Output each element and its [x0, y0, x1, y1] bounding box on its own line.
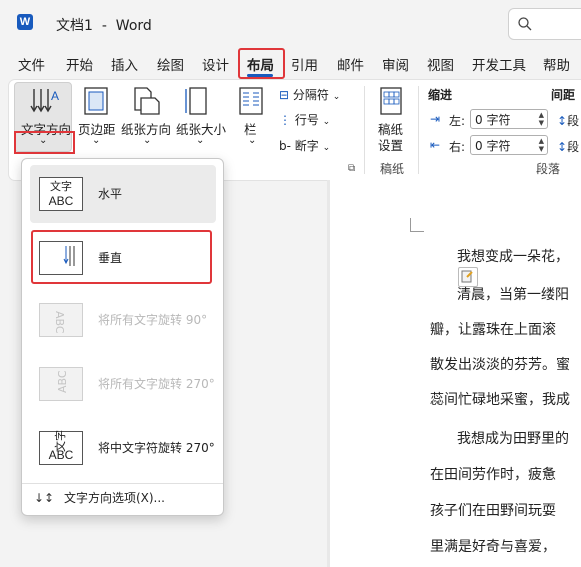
document-page[interactable]: 我想变成一朵花， 清晨，当第一缕阳 瓣，让露珠在上面滚 散发出淡淡的芬芳。蜜 蕊…: [330, 180, 581, 567]
line-numbers-icon: ⋮: [279, 113, 291, 127]
indent-left-label: 左:: [449, 114, 466, 128]
document-line: 散发出淡淡的芬芳。蜜: [430, 357, 570, 373]
indent-title: 缩进: [428, 88, 453, 102]
indent-right-icon: ⇤: [430, 138, 441, 152]
tab-insert[interactable]: 插入: [111, 54, 138, 74]
draft-paper-icon: [380, 87, 402, 115]
text-direction-icon: A: [30, 89, 59, 113]
margin-corner-mark: [410, 218, 424, 232]
document-line: 我想变成一朵花，: [457, 249, 569, 265]
tab-mailings[interactable]: 邮件: [337, 54, 364, 74]
document-line: 孩子们在田野间玩耍: [430, 503, 556, 519]
tab-file[interactable]: 文件: [18, 54, 45, 74]
menu-item-rotate-90: ABC 将所有文字旋转 90°: [30, 291, 216, 349]
line-numbers-button[interactable]: ⋮ 行号 ⌄: [279, 111, 330, 128]
menu-item-label: 水平: [98, 187, 123, 201]
breaks-button[interactable]: ⊟ 分隔符 ⌄: [279, 86, 340, 103]
orientation-icon: [134, 87, 160, 115]
menu-item-label: 将所有文字旋转 270°: [98, 377, 215, 391]
group-divider: [364, 86, 365, 174]
rotate-cjk-270-icon: 文字 ABC: [39, 430, 83, 465]
paragraph-group-label: 段落: [536, 162, 561, 176]
window-title: 文档1 - Word: [56, 18, 152, 34]
search-icon: [518, 17, 532, 31]
search-box[interactable]: [508, 8, 581, 40]
indent-left-icon: ⇥: [430, 112, 441, 126]
chevron-down-icon: ⌄: [248, 135, 257, 146]
spinner-icon[interactable]: ▲ ▼: [539, 137, 544, 153]
document-line: 清晨，当第一缕阳: [457, 287, 569, 303]
indent-left-input[interactable]: 0 字符 ▲ ▼: [470, 109, 548, 129]
chevron-down-icon: ⌄: [143, 135, 152, 146]
indent-right-input[interactable]: 0 字符 ▲ ▼: [470, 135, 548, 155]
menu-item-horizontal[interactable]: 文字 ABC 水平: [30, 165, 216, 223]
ribbon-tabs: 文件 开始 插入 绘图 设计 布局 引用 邮件 审阅 视图 开发工具 帮助: [0, 46, 581, 78]
document-line: 我想成为田野里的: [457, 431, 569, 447]
tab-design[interactable]: 设计: [202, 54, 229, 74]
tab-developer[interactable]: 开发工具: [472, 54, 526, 74]
svg-text:A: A: [51, 89, 59, 103]
hyphenation-icon: b‑: [279, 139, 291, 153]
tab-help[interactable]: 帮助: [543, 54, 570, 74]
draft-paper-button-line2: 设置: [378, 138, 404, 153]
layout-tab-highlight: [238, 48, 285, 79]
rotate-270-icon: ABC: [39, 367, 83, 401]
rotate-90-icon: ABC: [39, 303, 83, 337]
menu-item-label: 文字方向选项(X)...: [63, 491, 165, 505]
document-line: 蕊间忙碌地采蜜，我成: [430, 392, 570, 408]
svg-text:ABC: ABC: [53, 311, 66, 334]
text-horizontal-icon: 文字 ABC: [39, 177, 83, 211]
menu-item-label: 将中文字符旋转 270°: [98, 441, 215, 455]
draft-paper-group-label: 稿纸: [380, 162, 405, 176]
group-divider: [418, 86, 419, 174]
menu-divider: [22, 483, 223, 484]
text-direction-dropdown-highlight: [14, 131, 75, 154]
size-icon: [185, 87, 207, 115]
tab-references[interactable]: 引用: [291, 54, 318, 74]
menu-item-rotate-270: ABC 将所有文字旋转 270°: [30, 355, 216, 413]
chevron-down-icon: ⌄: [196, 135, 205, 146]
margins-icon: [84, 87, 108, 115]
columns-icon: [239, 87, 263, 115]
text-direction-options-button[interactable]: ↓↕ 文字方向选项(X)...: [34, 489, 165, 511]
page-setup-launcher-icon[interactable]: ⧉: [348, 163, 355, 174]
tab-home[interactable]: 开始: [66, 54, 93, 74]
word-logo-icon: W: [17, 14, 33, 30]
vertical-option-highlight: [31, 230, 212, 284]
menu-item-rotate-cjk-270[interactable]: 文字 ABC 将中文字符旋转 270°: [30, 419, 216, 477]
spacing-title: 间距: [551, 88, 576, 102]
chevron-down-icon: ⌄: [92, 135, 101, 146]
tab-review[interactable]: 审阅: [382, 54, 409, 74]
title-bar: W 文档1 - Word: [0, 0, 581, 46]
hyphenation-button[interactable]: b‑ 断字 ⌄: [279, 137, 330, 154]
tab-view[interactable]: 视图: [427, 54, 454, 74]
spacing-after-label[interactable]: ↕段: [557, 138, 579, 155]
spacing-before-label[interactable]: ↕段: [557, 112, 579, 129]
breaks-icon: ⊟: [279, 88, 290, 102]
text-direction-menu: 文字 ABC 水平 垂直 ABC 将所有文字旋转 90° ABC 将所有文字旋转 …: [21, 158, 224, 516]
spinner-icon[interactable]: ▲ ▼: [539, 111, 544, 127]
menu-item-label: 将所有文字旋转 90°: [98, 313, 208, 327]
document-line: 在田间劳作时，疲惫: [430, 467, 556, 483]
document-line: 瓣，让露珠在上面滚: [430, 322, 556, 338]
indent-right-label: 右:: [449, 140, 466, 154]
document-line: 里满是好奇与喜爱，: [430, 539, 556, 555]
tab-draw[interactable]: 绘图: [157, 54, 184, 74]
svg-text:ABC: ABC: [56, 370, 69, 393]
text-direction-options-icon: ↓↕: [34, 491, 55, 505]
